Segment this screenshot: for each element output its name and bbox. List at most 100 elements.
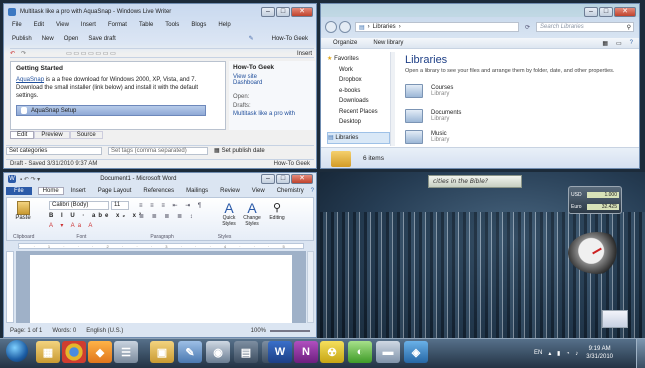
new-button[interactable]: New [42, 36, 54, 42]
pen-icon[interactable]: ✎ [249, 35, 254, 42]
language-indicator[interactable]: EN [534, 350, 542, 356]
library-item[interactable]: Courses Library [405, 78, 631, 103]
help-icon[interactable]: ? [630, 40, 633, 46]
app-taskbar-icon[interactable]: ◉ [206, 341, 230, 363]
nav-dropbox[interactable]: Dropbox [327, 75, 390, 86]
minimize-button[interactable]: – [261, 174, 275, 184]
chrome-taskbar-icon[interactable] [62, 341, 86, 363]
editing-button[interactable]: ⚲ Editing [267, 201, 287, 221]
menu-insert[interactable]: Insert [81, 22, 96, 28]
zoom-slider[interactable] [270, 330, 310, 332]
app-taskbar-icon[interactable]: ▤ [234, 341, 258, 363]
explorer-taskbar-icon[interactable]: ▦ [36, 341, 60, 363]
undo-icon[interactable]: ↶ [10, 50, 15, 57]
nav-recent-places[interactable]: Recent Places [327, 107, 390, 118]
bible-question-banner[interactable]: cities in the Bible? [428, 175, 522, 188]
back-icon[interactable] [325, 21, 337, 33]
maximize-button[interactable]: □ [276, 174, 290, 184]
clock[interactable]: 9:19 AM 3/31/2010 [586, 345, 613, 361]
redo-icon[interactable]: ↷ [21, 50, 26, 57]
quick-access-icons[interactable]: ▪ ↶ ↷ ▾ [20, 176, 40, 183]
app-taskbar-icon[interactable]: ☢ [320, 341, 344, 363]
close-button[interactable]: ✕ [614, 6, 636, 17]
help-icon[interactable]: ? [311, 188, 314, 194]
menu-help[interactable]: Help [218, 22, 230, 28]
show-desktop-button[interactable] [636, 339, 645, 368]
format-icons[interactable]: ▭ ▭ ▭ ▭ ▭ ▭ ▭ [66, 50, 116, 57]
nav-libraries[interactable]: ▤ Libraries [327, 131, 390, 144]
app-taskbar-icon[interactable]: ✎ [178, 341, 202, 363]
page-count[interactable]: Page: 1 of 1 [10, 328, 42, 334]
ruler[interactable]: · · 1 · · · 2 · · · 3 · · · 4 · · · 5 · … [18, 243, 304, 249]
menu-format[interactable]: Format [108, 22, 127, 28]
minimize-button[interactable]: – [261, 6, 275, 17]
close-button[interactable]: ✕ [291, 6, 313, 17]
document-canvas[interactable] [16, 251, 306, 323]
slideshow-gadget[interactable] [602, 310, 628, 328]
font-size-box[interactable]: 11 [111, 201, 129, 210]
publish-date-field[interactable]: ▦ Set publish date [214, 147, 265, 155]
draft-item-link[interactable]: Multitask like a pro with [233, 111, 311, 117]
quick-styles-button[interactable]: A Quick Styles [217, 201, 241, 227]
save-draft-button[interactable]: Save draft [88, 36, 115, 42]
tab-insert[interactable]: Insert [71, 188, 86, 194]
library-item[interactable]: Documents Library [405, 103, 631, 128]
tab-preview[interactable]: Preview [34, 131, 70, 139]
aquasnap-link[interactable]: AquaSnap [16, 77, 44, 83]
app-taskbar-icon[interactable]: ▬ [376, 341, 400, 363]
tab-view[interactable]: View [252, 188, 265, 194]
new-library-button[interactable]: New library [373, 40, 403, 46]
menu-table[interactable]: Table [139, 22, 153, 28]
nav-scrollbar[interactable] [390, 52, 395, 146]
close-button[interactable]: ✕ [291, 174, 313, 184]
tags-field[interactable]: Set tags (comma separated) [108, 146, 208, 155]
tab-chemistry[interactable]: Chemistry [277, 188, 304, 194]
paste-button[interactable]: Paste [13, 201, 33, 221]
nav-work[interactable]: Work [327, 65, 390, 76]
menu-edit[interactable]: Edit [34, 22, 44, 28]
maximize-button[interactable]: □ [276, 6, 290, 17]
app-taskbar-icon[interactable]: ☰ [114, 341, 138, 363]
insert-label[interactable]: Insert [297, 51, 312, 57]
app-taskbar-icon[interactable]: ◐ [348, 341, 372, 363]
menu-tools[interactable]: Tools [165, 22, 179, 28]
tray-icons[interactable]: ▴ ▮ ◔ ♪ [548, 350, 580, 357]
currency-value[interactable]: 1.000 [587, 191, 619, 198]
forward-icon[interactable] [339, 21, 351, 33]
tab-source[interactable]: Source [69, 131, 103, 139]
language[interactable]: English (U.S.) [86, 328, 123, 334]
nav-downloads[interactable]: Downloads [327, 96, 390, 107]
nav-desktop[interactable]: Desktop [327, 117, 390, 128]
currency-gadget[interactable]: USD 1.000 Euro 32.425 [568, 186, 622, 214]
writer-editor[interactable]: Getting Started AquaSnap is a a free dow… [10, 61, 226, 130]
blog-name-button[interactable]: How-To Geek [272, 36, 308, 42]
publish-button[interactable]: Publish [12, 36, 32, 42]
app-taskbar-icon[interactable]: ◆ [88, 341, 112, 363]
file-box[interactable]: AquaSnap Setup [16, 105, 206, 116]
view-icon[interactable]: ▦ [602, 40, 608, 47]
tab-home[interactable]: Home [37, 187, 64, 195]
menu-view[interactable]: View [56, 22, 69, 28]
nav-ebooks[interactable]: e-books [327, 86, 390, 97]
search-box[interactable]: Search Libraries ⚲ [536, 22, 635, 32]
refresh-icon[interactable]: ⟳ [525, 24, 530, 31]
tab-edit[interactable]: Edit [10, 131, 35, 139]
menu-file[interactable]: File [12, 22, 22, 28]
preview-pane-icon[interactable]: ▭ [616, 40, 622, 47]
tab-references[interactable]: References [143, 188, 174, 194]
change-styles-button[interactable]: A Change Styles [239, 201, 265, 227]
document-page[interactable] [30, 255, 292, 323]
menu-blogs[interactable]: Blogs [191, 22, 206, 28]
tab-mailings[interactable]: Mailings [186, 188, 208, 194]
font-color-icons[interactable]: A ▾ Aa A [49, 222, 95, 229]
onenote-taskbar-icon[interactable]: N [294, 341, 318, 363]
app-taskbar-icon[interactable]: ◈ [404, 341, 428, 363]
app-taskbar-icon[interactable]: ▣ [150, 341, 174, 363]
categories-dropdown[interactable]: Set categories [6, 146, 102, 155]
nav-favorites[interactable]: ★ Favorites [327, 54, 390, 65]
font-name-box[interactable]: Calibri (Body) [49, 201, 109, 210]
start-button[interactable] [6, 340, 28, 362]
word-count[interactable]: Words: 0 [52, 328, 76, 334]
minimize-button[interactable]: – [584, 6, 598, 17]
vertical-ruler[interactable] [6, 251, 14, 323]
